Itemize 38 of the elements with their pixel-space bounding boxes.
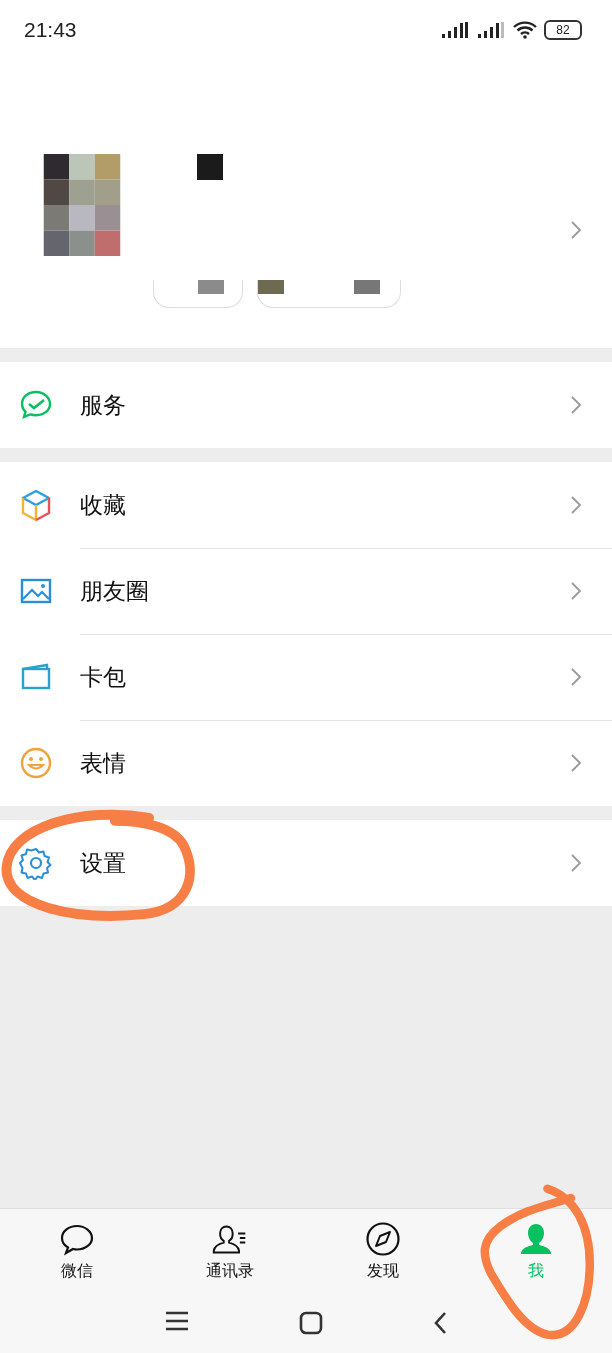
menu-label: 服务: [80, 390, 127, 420]
chevron-right-icon: [570, 395, 582, 415]
signal-icon: [440, 21, 470, 39]
compass-icon: [364, 1221, 401, 1257]
menu-item[interactable]: 朋友圈: [0, 548, 612, 634]
menu-item[interactable]: 表情: [0, 720, 612, 806]
settings-icon: [19, 846, 53, 880]
signal-icon: [476, 21, 506, 39]
chevron-right-icon: [570, 581, 582, 601]
chevron-right-icon: [570, 667, 582, 687]
friends-pill[interactable]: [257, 280, 401, 308]
menu-label: 设置: [80, 848, 127, 878]
chevron-right-icon: [570, 853, 582, 873]
menu-item[interactable]: 设置: [0, 820, 612, 906]
tab-item[interactable]: 发现: [306, 1209, 459, 1305]
chevron-right-icon: [570, 753, 582, 773]
redacted-name: [197, 154, 223, 180]
menu-label: 卡包: [80, 662, 127, 692]
menu-label: 朋友圈: [80, 576, 150, 606]
battery-icon: 82: [544, 20, 582, 40]
menu-item[interactable]: 服务: [0, 362, 612, 448]
menu-label: 表情: [80, 748, 127, 778]
home-icon[interactable]: [299, 1311, 323, 1335]
check-bubble-icon: [19, 388, 53, 422]
menu-icon[interactable]: [165, 1311, 189, 1331]
status-pill[interactable]: [153, 280, 243, 308]
cube-icon: [19, 488, 53, 522]
smiley-icon: [19, 746, 53, 780]
menu-label: 收藏: [80, 490, 127, 520]
back-icon[interactable]: [433, 1311, 447, 1335]
menu-item[interactable]: 卡包: [0, 634, 612, 720]
chevron-right-icon: [570, 220, 582, 240]
tab-item[interactable]: 通讯录: [153, 1209, 306, 1305]
wifi-icon: [512, 21, 538, 39]
menu-item[interactable]: 收藏: [0, 462, 612, 548]
chevron-right-icon: [570, 495, 582, 515]
tab-item[interactable]: 微信: [0, 1209, 153, 1305]
status-time: 21:43: [24, 18, 77, 42]
